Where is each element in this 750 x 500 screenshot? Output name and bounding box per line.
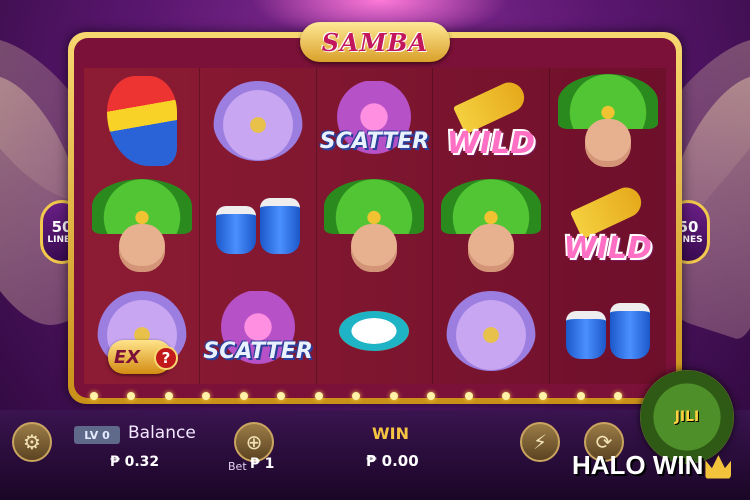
- balance-value: ₱ 0.32: [110, 454, 160, 470]
- win-value: ₱ 0.00: [366, 452, 419, 470]
- turbo-button[interactable]: ⚡: [520, 422, 560, 462]
- samba-girl-symbol-icon: [324, 179, 425, 273]
- reel-cell: WILD: [433, 68, 550, 174]
- win-label: WIN: [372, 424, 409, 443]
- bet-value: ₱ 1: [250, 456, 275, 472]
- watermark-text: HALO WIN: [572, 450, 704, 480]
- feather-mask-symbol-icon: [213, 80, 304, 161]
- reel-cell: SCATTER: [317, 68, 434, 174]
- crown-icon: [705, 455, 732, 479]
- reel-cell: EX ?: [84, 278, 201, 384]
- light-dot: [127, 392, 136, 400]
- light-dot: [202, 392, 211, 400]
- drum-icon: [565, 311, 606, 360]
- scatter-label: SCATTER: [203, 339, 313, 365]
- reel-cell: WILD: [550, 173, 666, 278]
- light-dot: [277, 392, 286, 400]
- gear-icon: ⚙: [23, 430, 41, 454]
- reel-frame-inner: SAMBA SCATTER WILD WILD EX ? SCATTER: [74, 22, 676, 398]
- reel-grid: SCATTER WILD WILD EX ? SCATTER: [84, 68, 666, 384]
- lightning-icon: ⚡: [532, 430, 548, 454]
- bet-label: Bet: [228, 460, 247, 473]
- light-dot: [314, 392, 323, 400]
- light-dot: [352, 392, 361, 400]
- light-dot: [464, 392, 473, 400]
- light-dot: [614, 392, 623, 400]
- reel-cell: [433, 173, 550, 279]
- drum-icon: [216, 205, 257, 254]
- drum-icon: [609, 303, 650, 360]
- light-dot: [539, 392, 548, 400]
- reel-frame: SAMBA SCATTER WILD WILD EX ? SCATTER: [68, 22, 682, 404]
- extra-bet-label: EX: [114, 346, 141, 368]
- reel-cell: [550, 279, 666, 384]
- reel-cell: [433, 278, 550, 384]
- samba-girl-symbol-icon: [91, 179, 192, 273]
- extra-bet-button[interactable]: EX ?: [108, 340, 178, 374]
- coin-stack-icon: ⊕: [245, 430, 263, 454]
- conga-drums-symbol-icon: [565, 303, 650, 360]
- light-dot: [239, 392, 248, 400]
- reel-cell: [84, 68, 201, 174]
- marquee-lights: [90, 392, 660, 402]
- tambourine-symbol-icon: [339, 311, 410, 352]
- wild-label: WILD: [446, 125, 536, 161]
- light-dot: [164, 392, 173, 400]
- light-dot: [389, 392, 398, 400]
- conga-drums-symbol-icon: [216, 197, 301, 254]
- scatter-label: SCATTER: [319, 128, 430, 154]
- settings-button[interactable]: ⚙: [12, 422, 52, 462]
- halo-win-watermark: HALO WIN: [572, 450, 732, 481]
- parrot-symbol-icon: [106, 75, 177, 166]
- reel-cell: [317, 173, 434, 279]
- balance-label: Balance: [128, 423, 196, 443]
- face-icon: [351, 224, 398, 273]
- samba-girl-symbol-icon: [440, 179, 541, 273]
- game-title: SAMBA: [321, 27, 429, 57]
- light-dot: [427, 392, 436, 400]
- wild-label: WILD: [563, 231, 652, 267]
- reel-cell: [317, 278, 434, 384]
- game-logo: SAMBA: [300, 22, 450, 62]
- help-icon[interactable]: ?: [154, 346, 178, 370]
- reel-cell: [84, 173, 201, 279]
- face-icon: [118, 224, 165, 273]
- reel-cell: SCATTER: [200, 278, 317, 384]
- light-dot: [576, 392, 585, 400]
- drum-icon: [260, 197, 301, 254]
- level-badge: LV 0: [74, 426, 120, 444]
- light-dot: [90, 392, 98, 400]
- reel-cell: [550, 68, 666, 173]
- face-icon: [467, 224, 514, 273]
- spin-brand-label: JILI: [674, 409, 700, 425]
- reel-cell: [200, 173, 317, 279]
- scatter-symbol-icon: SCATTER: [320, 80, 429, 161]
- face-icon: [584, 119, 631, 168]
- scatter-symbol-icon: SCATTER: [203, 291, 313, 372]
- reel-cell: [200, 68, 317, 174]
- light-dot: [501, 392, 510, 400]
- samba-girl-symbol-icon: [557, 74, 658, 168]
- feather-mask-symbol-icon: [445, 291, 536, 372]
